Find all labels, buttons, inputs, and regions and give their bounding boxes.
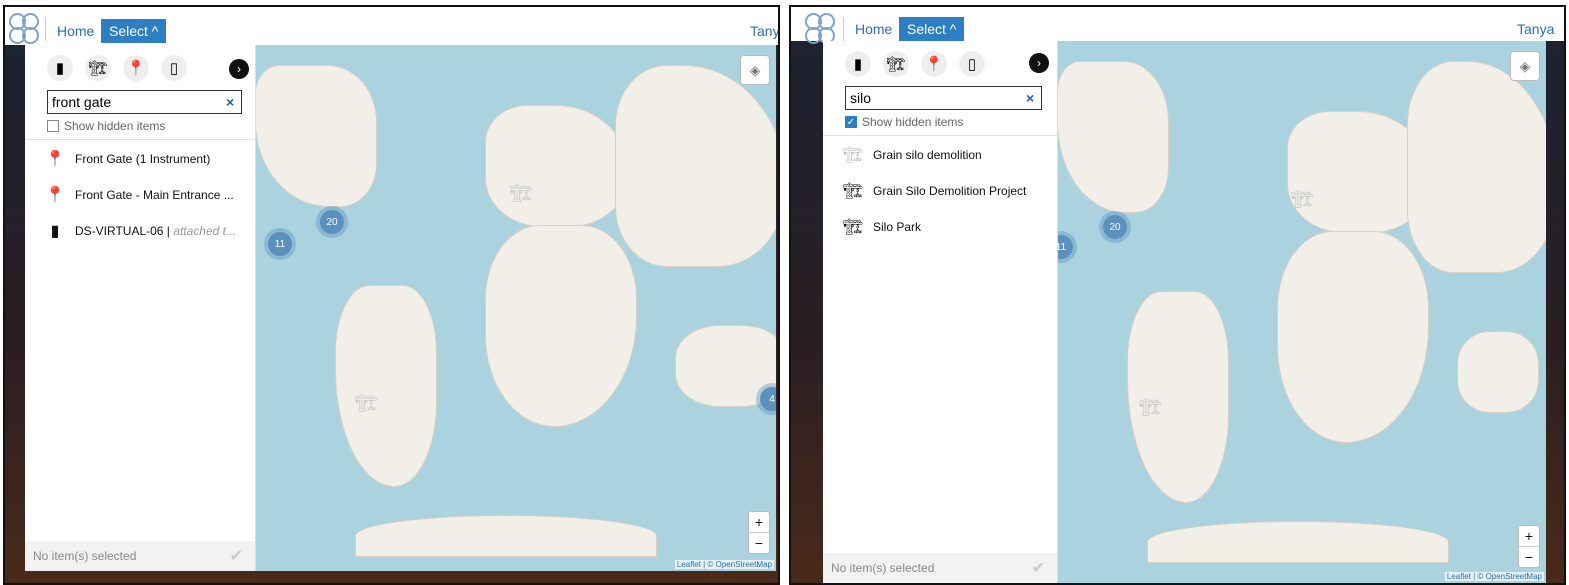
chevron-right-icon[interactable]: › (229, 59, 249, 79)
north-america-land (255, 65, 377, 207)
zoom-in-button[interactable]: + (1519, 526, 1539, 546)
clear-search-icon[interactable]: × (1026, 90, 1034, 106)
asia-land (615, 65, 776, 267)
map-view[interactable]: 20 11 4 🏗 🏗 ◈ + − Leaflet | © OpenStreet… (255, 45, 776, 571)
top-navigation-bar: Home Select ^ Tanya (5, 7, 778, 45)
crane-marker-icon[interactable]: 🏗 (355, 393, 378, 414)
nav-select-menu[interactable]: Select ^ (101, 19, 167, 43)
crane-icon: 🏗 (843, 183, 864, 200)
crane-icon: 🏗 (843, 219, 864, 236)
logo-icon (9, 13, 39, 45)
chevron-right-icon[interactable]: › (1029, 53, 1049, 73)
list-item[interactable]: ▮ DS-VIRTUAL-06 | attached t... (45, 221, 236, 241)
search-input[interactable] (47, 90, 242, 114)
list-item-label: Silo Park (873, 220, 922, 234)
crane-icon: 🏗 (843, 147, 864, 164)
location-pin-icon: 📍 (45, 187, 65, 204)
crane-icon[interactable]: 🏗 (85, 55, 111, 81)
map-attribution[interactable]: Leaflet | © OpenStreetMap (674, 560, 774, 569)
cluster-marker[interactable]: 11 (268, 232, 292, 256)
clear-search-icon[interactable]: × (226, 94, 234, 110)
divider (823, 135, 1057, 136)
crane-marker-icon[interactable]: 🏗 (1139, 397, 1162, 418)
divider (45, 17, 46, 41)
zoom-in-button[interactable]: + (749, 512, 769, 532)
layers-icon[interactable]: ◈ (1510, 51, 1540, 81)
left-screenshot: Home Select ^ Tanya 20 11 4 🏗 🏗 ◈ + − Le… (3, 5, 780, 585)
confirm-check-icon[interactable]: ✔ (1032, 558, 1045, 578)
location-pin-icon[interactable]: 📍 (921, 51, 947, 77)
list-item-label: Front Gate - Main Entrance ... (75, 188, 234, 202)
instrument-icon[interactable]: ▯ (959, 51, 985, 77)
list-item[interactable]: 🏗 Grain silo demolition (843, 145, 982, 165)
crane-icon[interactable]: 🏗 (883, 51, 909, 77)
crane-marker-icon[interactable]: 🏗 (1291, 189, 1314, 210)
location-pin-icon[interactable]: 📍 (123, 55, 149, 81)
search-input[interactable] (845, 86, 1042, 110)
confirm-check-icon[interactable]: ✔ (230, 546, 243, 566)
africa-land (485, 225, 637, 427)
nav-home-link[interactable]: Home (51, 19, 100, 43)
nav-select-menu[interactable]: Select ^ (899, 17, 965, 41)
cluster-marker[interactable]: 4 (760, 387, 776, 411)
list-item[interactable]: 📍 Front Gate - Main Entrance ... (45, 185, 234, 205)
list-item[interactable]: 🏗 Silo Park (843, 217, 921, 237)
list-item-label: Grain Silo Demolition Project (873, 184, 1027, 198)
north-america-land (1057, 61, 1169, 213)
crane-marker-icon[interactable]: 🏗 (510, 183, 533, 204)
zoom-out-button[interactable]: − (1519, 546, 1539, 567)
nav-home-link[interactable]: Home (849, 17, 898, 41)
divider (843, 17, 844, 41)
show-hidden-label: Show hidden items (862, 115, 964, 129)
top-navigation-bar: Home Select ^ Tanya ˅ (791, 7, 1564, 53)
instrument-icon: ▮ (50, 223, 60, 240)
show-hidden-checkbox[interactable] (47, 120, 59, 132)
antarctica-land (355, 515, 657, 557)
selection-footer: No item(s) selected ✔ (823, 553, 1057, 583)
divider (25, 139, 255, 140)
search-sidebar: ▮ 🏗 📍 ▯ › × ✓ Show hidden items 🏗 Grain … (823, 41, 1058, 583)
right-screenshot: Home Select ^ Tanya ˅ 20 11 🏗 🏗 ◈ + − Le… (789, 5, 1566, 585)
show-hidden-toggle[interactable]: ✓ Show hidden items (845, 115, 963, 129)
zoom-out-button[interactable]: − (749, 532, 769, 553)
show-hidden-checkbox[interactable]: ✓ (845, 116, 857, 128)
instrument-icon[interactable]: ▯ (161, 55, 187, 81)
list-item[interactable]: 📍 Front Gate (1 Instrument) (45, 149, 210, 169)
filter-icon-bar: ▮ 🏗 📍 ▯ (47, 55, 187, 81)
show-hidden-label: Show hidden items (64, 119, 166, 133)
selection-footer: No item(s) selected ✔ (25, 541, 255, 571)
search-sidebar: ▮ 🏗 📍 ▯ › × Show hidden items 📍 Front Ga… (25, 45, 256, 571)
asia-land (1407, 61, 1546, 273)
location-pin-icon: 📍 (45, 151, 65, 168)
selection-status: No item(s) selected (33, 549, 137, 563)
list-item-label: Grain silo demolition (873, 148, 982, 162)
show-hidden-toggle[interactable]: Show hidden items (47, 119, 165, 133)
selection-status: No item(s) selected (831, 561, 935, 575)
building-icon[interactable]: ▮ (845, 51, 871, 77)
europe-land (485, 105, 627, 227)
list-item[interactable]: 🏗 Grain Silo Demolition Project (843, 181, 1026, 201)
logo-icon (795, 13, 835, 45)
building-icon[interactable]: ▮ (47, 55, 73, 81)
cluster-marker[interactable]: 20 (1103, 215, 1127, 239)
cluster-marker[interactable]: 11 (1057, 235, 1073, 259)
map-attribution[interactable]: Leaflet | © OpenStreetMap (1444, 572, 1544, 581)
africa-land (1277, 231, 1429, 443)
layers-icon[interactable]: ◈ (740, 55, 770, 85)
list-item-label: Front Gate (1 Instrument) (75, 152, 211, 166)
user-menu[interactable]: Tanya (750, 23, 778, 39)
antarctica-land (1147, 521, 1449, 563)
list-item-suffix: attached t... (173, 224, 236, 238)
australia-land (1457, 331, 1539, 413)
zoom-control: + − (748, 511, 770, 554)
south-america-land (335, 285, 437, 487)
filter-icon-bar: ▮ 🏗 📍 ▯ (845, 51, 985, 77)
map-view[interactable]: 20 11 🏗 🏗 ◈ + − Leaflet | © OpenStreetMa… (1057, 41, 1546, 583)
list-item-label: DS-VIRTUAL-06 | (75, 224, 174, 238)
cluster-marker[interactable]: 20 (320, 210, 344, 234)
zoom-control: + − (1518, 525, 1540, 568)
